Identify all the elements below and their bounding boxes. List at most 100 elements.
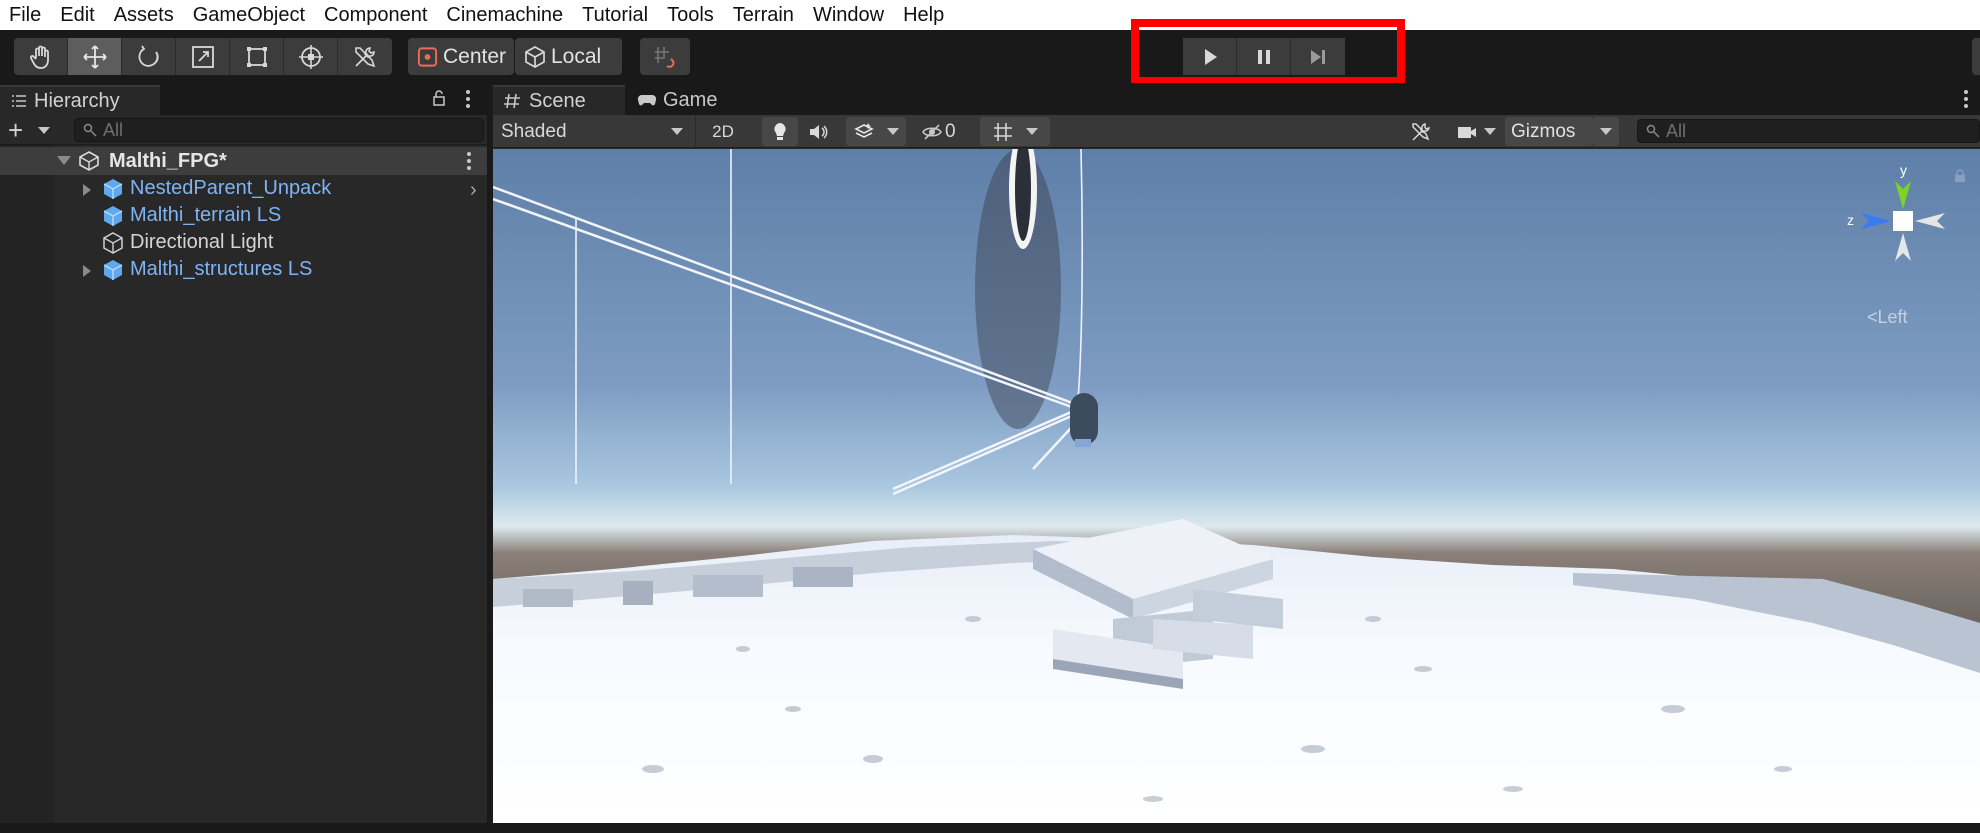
gizmos-label: Gizmos: [1511, 120, 1576, 142]
menu-cinemachine[interactable]: Cinemachine: [446, 4, 563, 27]
gizmos-toggle[interactable]: Gizmos: [1505, 117, 1593, 146]
tab-hierarchy[interactable]: Hierarchy: [0, 85, 160, 115]
view-label: Left: [1877, 307, 1908, 327]
draw-mode-label: Shaded: [501, 120, 567, 142]
pivot-rotation-toggle[interactable]: Local: [515, 38, 622, 75]
status-bar: [0, 823, 1980, 833]
scene-visibility-toggle[interactable]: 0: [921, 117, 971, 146]
list-icon: [12, 95, 26, 107]
pivot-rotation-label: Local: [551, 44, 602, 68]
scene-name: Malthi_FPG*: [109, 149, 227, 172]
local-cube-icon: [525, 45, 545, 68]
menu-edit[interactable]: Edit: [60, 4, 94, 27]
chevron-down-icon: [887, 128, 899, 135]
menu-component[interactable]: Component: [324, 4, 427, 27]
hierarchy-search-input[interactable]: All: [74, 118, 484, 142]
hidden-eye-icon: [922, 123, 942, 140]
hierarchy-tab-label: Hierarchy: [34, 89, 120, 112]
create-dropdown-icon[interactable]: [38, 127, 50, 134]
chevron-down-icon: [671, 128, 683, 135]
2d-toggle-button[interactable]: 2D: [703, 117, 743, 146]
tab-game[interactable]: Game: [627, 85, 747, 115]
toolbar-divider: [695, 115, 696, 148]
transform-tool-button[interactable]: [284, 38, 338, 75]
gizmo-z-label: z: [1847, 212, 1854, 228]
audio-toggle-button[interactable]: [800, 117, 836, 146]
tools-settings-button[interactable]: [1403, 117, 1439, 146]
scene-viewport[interactable]: y z <Left: [493, 149, 1980, 823]
grid-snap-icon: [655, 46, 675, 68]
grid-snap-button[interactable]: [640, 38, 690, 75]
custom-tools-button[interactable]: [338, 38, 392, 75]
chevron-right-icon[interactable]: ›: [470, 179, 477, 202]
scene-panel-menu-icon[interactable]: [1963, 89, 1969, 109]
gizmo-y-label: y: [1900, 162, 1907, 178]
camera-icon: [1458, 126, 1476, 138]
chevron-down-icon: [1600, 128, 1612, 135]
hierarchy-tabbar: Hierarchy: [0, 83, 487, 115]
toolbar-right-control[interactable]: [1972, 38, 1980, 75]
expand-arrow-icon[interactable]: [83, 184, 91, 196]
menu-help[interactable]: Help: [903, 4, 944, 27]
lock-icon[interactable]: [430, 89, 448, 107]
hierarchy-item-directional-light[interactable]: Directional Light: [0, 230, 487, 257]
custom-tools-icon: [355, 46, 376, 67]
view-projection-label[interactable]: <Left: [1867, 307, 1908, 328]
scene-search-placeholder: All: [1666, 120, 1687, 141]
tab-scene[interactable]: Scene: [493, 85, 625, 115]
expand-arrow-icon[interactable]: [83, 265, 91, 277]
hierarchy-item-structures[interactable]: Malthi_structures LS: [0, 257, 487, 284]
expand-arrow-icon[interactable]: [57, 156, 71, 165]
camera-settings-dropdown[interactable]: [1450, 117, 1502, 146]
wrench-icon: [1412, 122, 1431, 141]
hand-tool-icon: [29, 45, 49, 69]
menu-window[interactable]: Window: [813, 4, 884, 27]
create-button[interactable]: +: [8, 117, 23, 143]
hierarchy-panel: Hierarchy + All Malthi_FPG* NestedParent…: [0, 83, 490, 823]
menu-terrain[interactable]: Terrain: [733, 4, 794, 27]
prefab-cube-icon: [103, 260, 123, 280]
chevron-down-icon: [1026, 128, 1038, 135]
rect-tool-icon: [246, 46, 267, 67]
hierarchy-item-label: Malthi_terrain LS: [130, 204, 282, 226]
hierarchy-item-terrain[interactable]: Malthi_terrain LS: [0, 203, 487, 230]
scene-panel: Scene Game Shaded 2D 0 Gizmos All y z <L…: [493, 83, 1980, 823]
pivot-mode-toggle[interactable]: Center: [408, 38, 514, 75]
lightbulb-icon: [774, 122, 786, 140]
menu-gameobject[interactable]: GameObject: [193, 4, 305, 27]
search-icon: [83, 123, 97, 137]
lighting-toggle-button[interactable]: [762, 117, 798, 146]
tab-game-label: Game: [663, 88, 718, 111]
transform-tools: [14, 38, 392, 75]
move-tool-button[interactable]: [68, 38, 122, 75]
gizmos-dropdown[interactable]: [1593, 117, 1619, 146]
menu-assets[interactable]: Assets: [114, 4, 174, 27]
menu-file[interactable]: File: [9, 4, 41, 27]
grid-visibility-dropdown[interactable]: [980, 117, 1050, 146]
hierarchy-menu-icon[interactable]: [465, 89, 471, 109]
effects-dropdown[interactable]: [846, 117, 906, 146]
scale-tool-icon: [191, 45, 214, 68]
hand-tool-button[interactable]: [14, 38, 68, 75]
prefab-cube-icon: [103, 206, 123, 226]
scale-tool-button[interactable]: [176, 38, 230, 75]
rotate-tool-button[interactable]: [122, 38, 176, 75]
gizmo-lock-icon[interactable]: [1953, 169, 1967, 183]
menu-tools[interactable]: Tools: [667, 4, 714, 27]
hierarchy-search-row: + All: [0, 115, 487, 145]
scene-view-toolbar: Shaded 2D 0 Gizmos All: [493, 115, 1980, 148]
chevron-down-icon: [1484, 128, 1496, 135]
hierarchy-item-label: NestedParent_Unpack: [130, 177, 332, 199]
scene-root-row[interactable]: Malthi_FPG*: [0, 147, 487, 175]
scene-search-input[interactable]: All: [1637, 119, 1980, 143]
gamepad-icon: [637, 94, 657, 106]
rect-tool-button[interactable]: [230, 38, 284, 75]
scene-row-menu-icon[interactable]: [466, 151, 472, 171]
grid-icon: [994, 122, 1012, 141]
scene-render: [493, 149, 1980, 823]
hierarchy-search-placeholder: All: [103, 119, 124, 140]
menu-tutorial[interactable]: Tutorial: [582, 4, 648, 27]
draw-mode-dropdown[interactable]: Shaded: [501, 118, 687, 145]
orientation-gizmo[interactable]: y z: [1843, 159, 1963, 299]
hierarchy-item-nestedparent[interactable]: NestedParent_Unpack ›: [0, 176, 487, 203]
